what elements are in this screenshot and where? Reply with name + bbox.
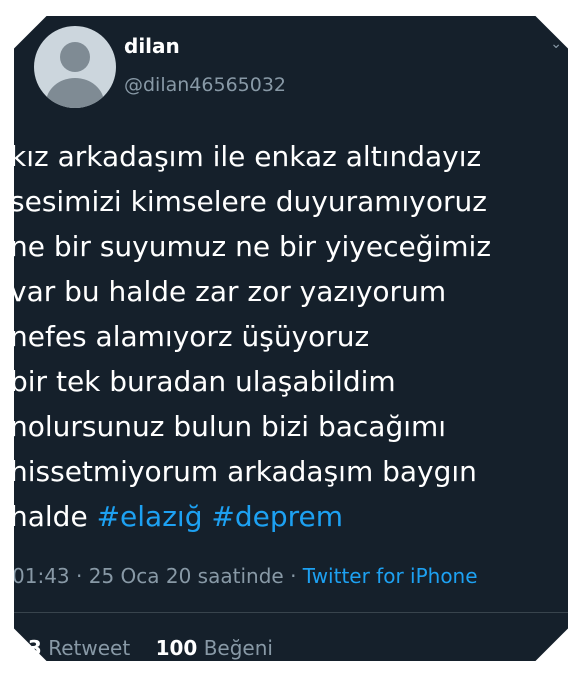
tweet-line: var bu halde zar zor yazıyorum [14,275,447,308]
hashtag-link[interactable]: #elazığ [97,500,203,533]
like-label: Beğeni [203,636,273,660]
meta-separator: · [76,564,83,588]
tweet-card: dilan @dilan46565032 ⌄ kız arkadaşım ile… [14,16,568,661]
avatar-body-shape [46,78,104,108]
tweet-line: nefes alamıyorz üşüyoruz [14,320,370,353]
tweet-line: ne bir suyumuz ne bir yiyeceğimiz [14,230,492,263]
tweet-stats: 23 Retweet 100 Beğeni [14,636,273,660]
tweet-text: kız arkadaşım ile enkaz altındayız sesim… [14,134,568,539]
user-display-name[interactable]: dilan [124,34,180,58]
avatar-head-shape [60,42,90,72]
meta-separator: · [290,564,297,588]
tweet-line: bir tek buradan ulaşabildim [14,365,396,398]
retweet-label: Retweet [48,636,131,660]
tweet-date[interactable]: 25 Oca 20 saatinde [89,564,284,588]
hashtag-link[interactable]: #deprem [211,500,343,533]
user-handle[interactable]: @dilan46565032 [124,74,286,96]
tweet-line: sesimizi kimselere duyuramıyoruz [14,185,487,218]
tweet-line: nolursunuz bulun bizi bacağımı [14,410,447,443]
tweet-line-text: halde [14,500,88,533]
frame-corner [535,628,568,661]
divider [14,612,568,613]
tweet-line: hissetmiyorum arkadaşım baygın [14,455,477,488]
tweet-metadata: 01:43 · 25 Oca 20 saatinde · Twitter for… [14,564,478,588]
like-count: 100 [155,636,198,660]
like-stat[interactable]: 100 Beğeni [156,636,273,660]
tweet-line: kız arkadaşım ile enkaz altındayız [14,140,482,173]
avatar[interactable] [34,26,116,108]
tweet-last-line: halde #elazığ #deprem [14,494,568,539]
tweet-time[interactable]: 01:43 [14,564,70,588]
tweet-source-link[interactable]: Twitter for iPhone [303,564,478,588]
